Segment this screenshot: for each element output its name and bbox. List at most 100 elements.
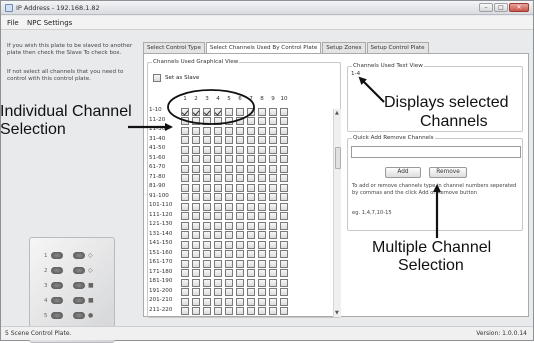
channel-checkbox[interactable]	[280, 269, 288, 277]
channel-checkbox[interactable]	[192, 250, 200, 258]
channel-checkbox[interactable]	[225, 145, 233, 154]
channel-checkbox[interactable]	[192, 202, 200, 211]
channel-checkbox[interactable]	[214, 126, 222, 135]
channel-checkbox[interactable]	[247, 250, 255, 258]
channel-checkbox[interactable]	[192, 174, 200, 182]
channel-checkbox[interactable]	[181, 240, 189, 249]
channel-checkbox[interactable]	[181, 288, 189, 296]
channel-checkbox[interactable]	[203, 221, 211, 230]
channel-checkbox[interactable]	[258, 193, 266, 201]
channel-checkbox[interactable]	[236, 269, 244, 277]
channel-checkbox[interactable]	[203, 202, 211, 211]
channel-checkbox[interactable]	[280, 145, 288, 154]
channel-checkbox[interactable]	[280, 183, 288, 192]
channel-checkbox[interactable]	[214, 231, 222, 239]
channel-checkbox[interactable]	[214, 145, 222, 154]
channel-checkbox[interactable]	[203, 117, 211, 125]
channel-checkbox[interactable]	[181, 307, 189, 315]
channel-checkbox[interactable]	[225, 174, 233, 182]
set-as-slave-checkbox[interactable]	[153, 74, 161, 82]
channel-checkbox[interactable]	[181, 126, 189, 135]
channel-checkbox[interactable]	[192, 136, 200, 144]
channel-checkbox[interactable]	[258, 288, 266, 296]
menu-file[interactable]: File	[7, 19, 19, 27]
channel-checkbox[interactable]	[280, 259, 288, 268]
channel-checkbox[interactable]	[280, 202, 288, 211]
channel-checkbox[interactable]	[203, 259, 211, 268]
channel-checkbox[interactable]	[258, 212, 266, 220]
channel-checkbox[interactable]	[258, 240, 266, 249]
channel-checkbox[interactable]	[269, 288, 277, 296]
channel-checkbox[interactable]	[236, 259, 244, 268]
channel-checkbox[interactable]	[214, 250, 222, 258]
tab-select-control-type[interactable]: Select Control Type	[143, 42, 205, 53]
channel-checkbox[interactable]	[181, 221, 189, 230]
channel-checkbox[interactable]	[247, 202, 255, 211]
channel-checkbox[interactable]	[181, 269, 189, 277]
channel-checkbox[interactable]	[280, 307, 288, 315]
channel-checkbox[interactable]	[214, 202, 222, 211]
channel-checkbox[interactable]	[214, 278, 222, 287]
channel-checkbox[interactable]	[247, 145, 255, 154]
channel-checkbox[interactable]	[236, 202, 244, 211]
channel-checkbox[interactable]	[247, 155, 255, 163]
channel-checkbox[interactable]	[203, 136, 211, 144]
channel-checkbox[interactable]	[236, 117, 244, 125]
channel-checkbox[interactable]	[192, 212, 200, 220]
channel-checkbox[interactable]	[280, 250, 288, 258]
quick-add-input[interactable]	[351, 146, 521, 158]
channel-checkbox[interactable]	[225, 250, 233, 258]
channel-checkbox[interactable]	[258, 136, 266, 144]
channel-checkbox[interactable]	[225, 221, 233, 230]
channel-checkbox[interactable]	[247, 269, 255, 277]
channel-checkbox[interactable]	[203, 231, 211, 239]
channel-checkbox[interactable]	[247, 107, 255, 116]
channel-checkbox[interactable]	[181, 164, 189, 173]
tab-setup-control-plate[interactable]: Setup Control Plate	[366, 42, 429, 53]
channel-checkbox[interactable]	[247, 307, 255, 315]
channel-checkbox[interactable]	[236, 174, 244, 182]
channel-checkbox[interactable]	[181, 193, 189, 201]
channel-checkbox[interactable]	[225, 193, 233, 201]
channel-checkbox[interactable]	[258, 183, 266, 192]
channel-checkbox[interactable]	[269, 174, 277, 182]
channel-checkbox[interactable]	[269, 107, 277, 116]
channel-checkbox[interactable]	[214, 107, 222, 116]
channel-checkbox[interactable]	[192, 193, 200, 201]
channel-checkbox[interactable]	[258, 269, 266, 277]
channel-checkbox[interactable]	[269, 278, 277, 287]
channel-checkbox[interactable]	[214, 269, 222, 277]
channel-checkbox[interactable]	[214, 288, 222, 296]
menu-npc-settings[interactable]: NPC Settings	[27, 19, 72, 27]
channel-checkbox[interactable]	[236, 250, 244, 258]
channel-checkbox[interactable]	[192, 259, 200, 268]
channel-checkbox[interactable]	[236, 240, 244, 249]
channel-checkbox[interactable]	[225, 107, 233, 116]
channel-checkbox[interactable]	[247, 164, 255, 173]
channel-checkbox[interactable]	[280, 297, 288, 306]
channel-checkbox[interactable]	[181, 145, 189, 154]
channel-checkbox[interactable]	[269, 126, 277, 135]
channel-checkbox[interactable]	[269, 231, 277, 239]
channel-checkbox[interactable]	[192, 221, 200, 230]
channel-checkbox[interactable]	[258, 126, 266, 135]
channel-checkbox[interactable]	[247, 117, 255, 125]
channel-checkbox[interactable]	[214, 174, 222, 182]
channel-checkbox[interactable]	[247, 174, 255, 182]
channel-checkbox[interactable]	[236, 145, 244, 154]
channel-checkbox[interactable]	[269, 221, 277, 230]
channel-checkbox[interactable]	[181, 231, 189, 239]
channel-checkbox[interactable]	[258, 202, 266, 211]
channel-checkbox[interactable]	[280, 117, 288, 125]
channel-checkbox[interactable]	[214, 136, 222, 144]
minimize-button[interactable]: –	[479, 3, 493, 12]
channel-checkbox[interactable]	[247, 212, 255, 220]
channel-checkbox[interactable]	[280, 212, 288, 220]
channel-checkbox[interactable]	[247, 259, 255, 268]
channel-checkbox[interactable]	[269, 269, 277, 277]
channel-checkbox[interactable]	[269, 145, 277, 154]
channel-checkbox[interactable]	[192, 117, 200, 125]
channel-checkbox[interactable]	[258, 231, 266, 239]
channel-checkbox[interactable]	[203, 250, 211, 258]
channel-checkbox[interactable]	[192, 231, 200, 239]
